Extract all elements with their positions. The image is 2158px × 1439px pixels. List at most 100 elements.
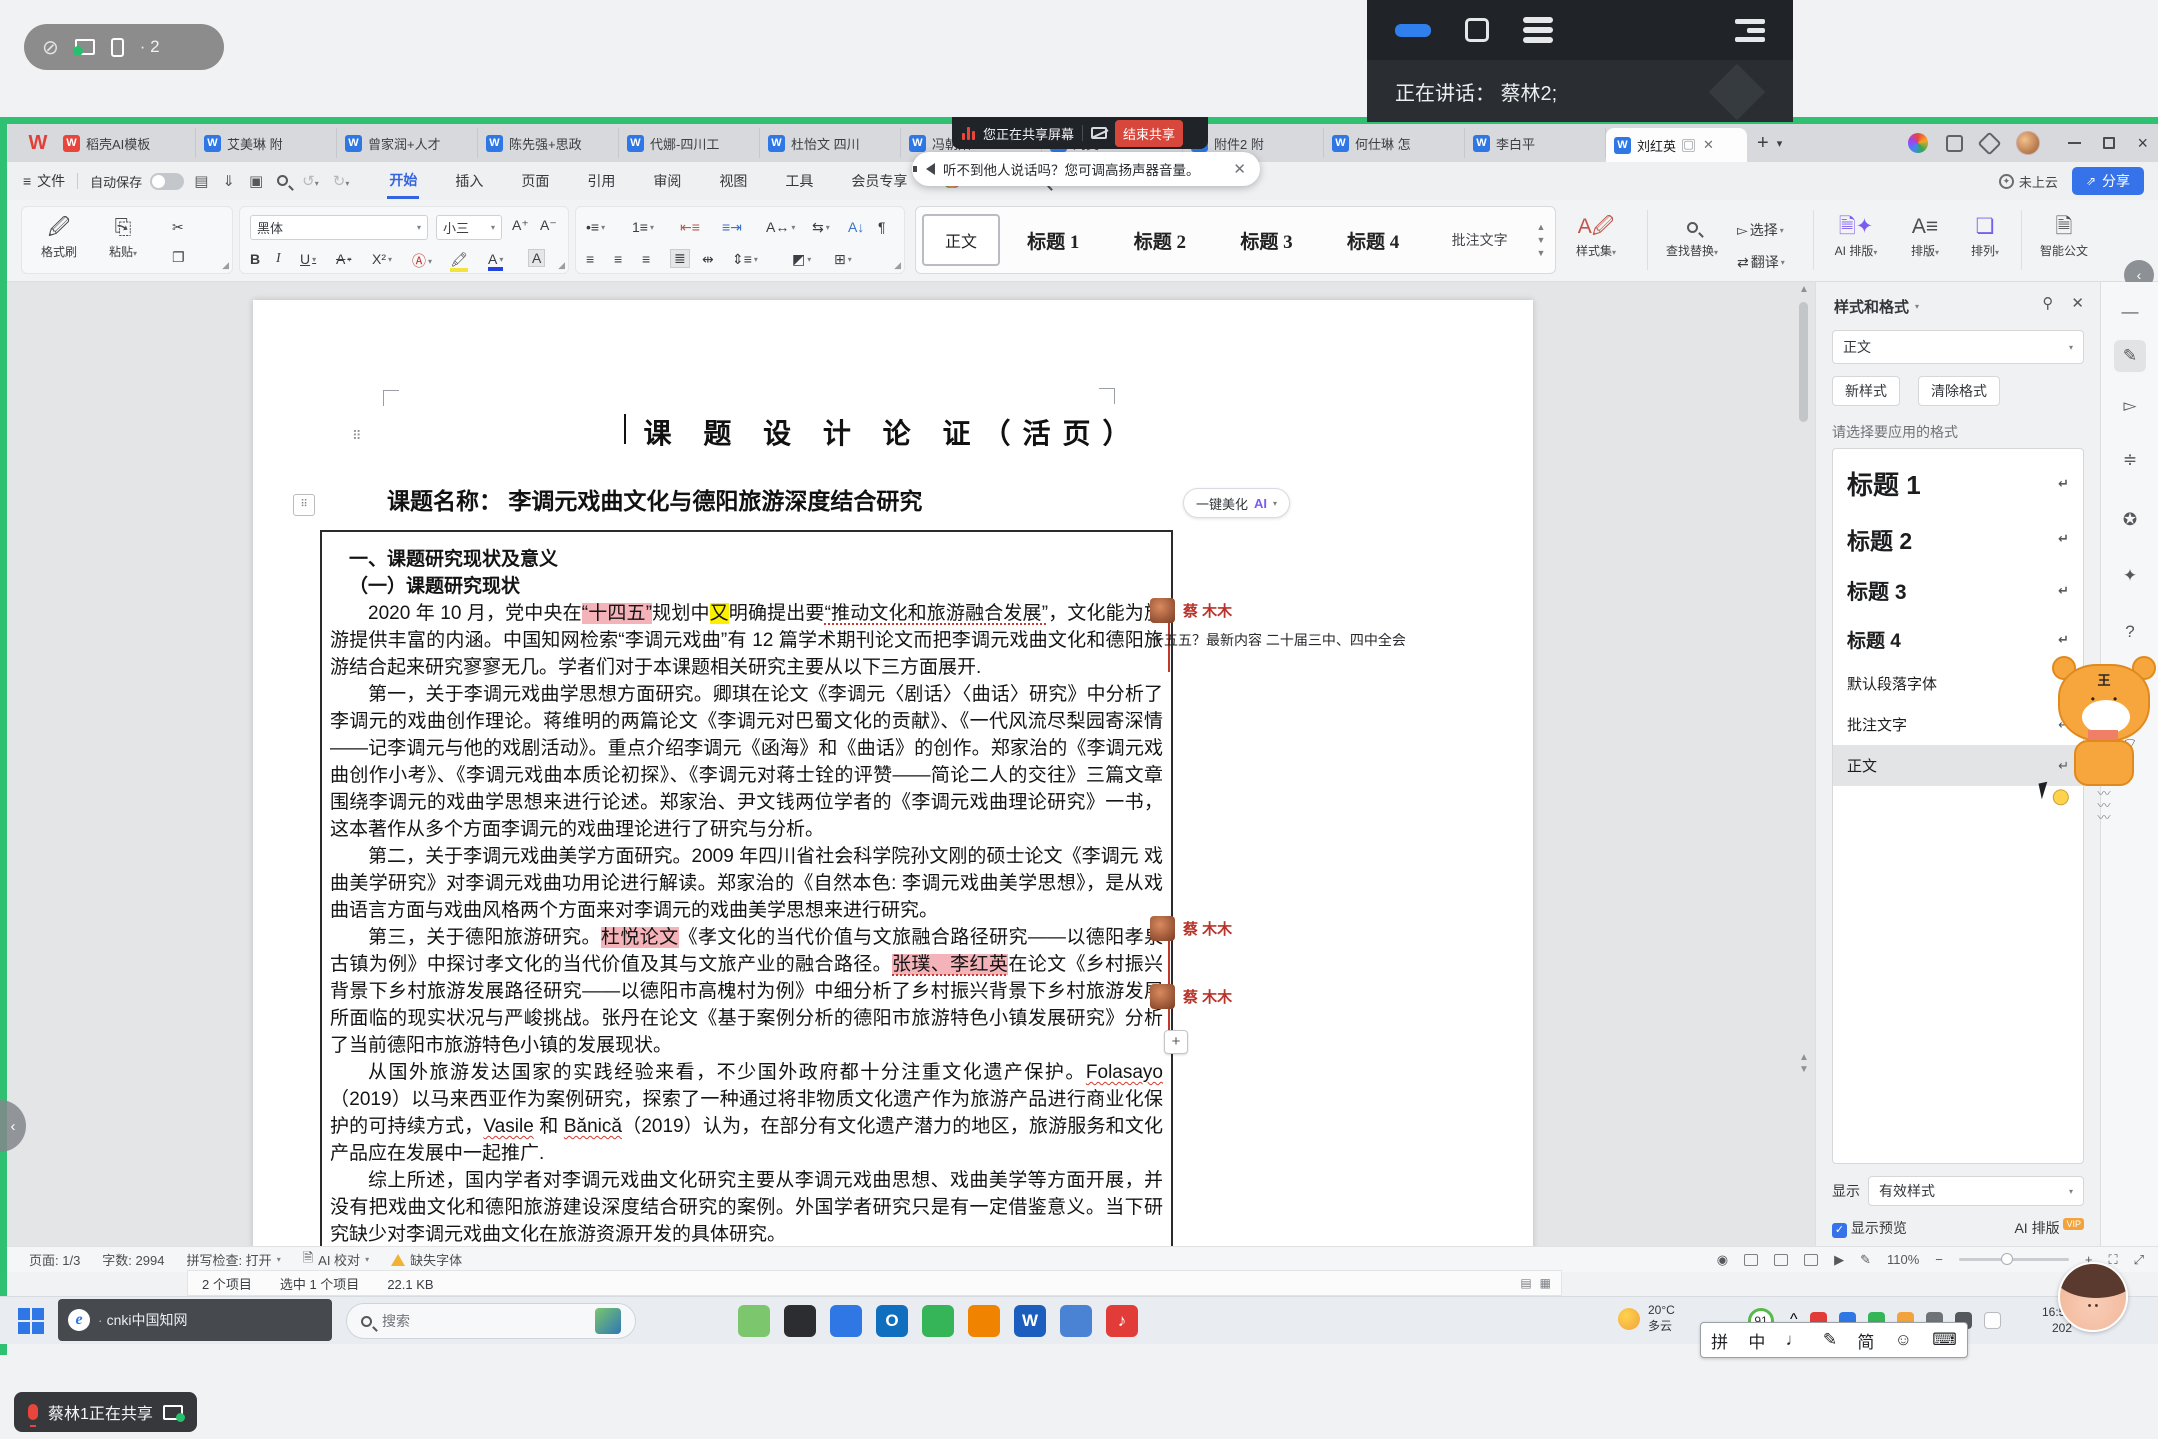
ai-layout-link[interactable]: AI 排版 VIP	[2014, 1218, 2084, 1238]
eye-off-icon[interactable]: ⊘	[42, 35, 59, 60]
show-filter-select[interactable]: 有效样式▾	[1868, 1176, 2084, 1206]
font-size-select[interactable]: 小三▾	[436, 215, 502, 240]
line-spacing-icon[interactable]: ⇕≡▾	[732, 251, 758, 268]
gallery-arrow-icon[interactable]: ▲	[1533, 222, 1549, 232]
style-gallery-item[interactable]: 标题 4	[1320, 227, 1427, 254]
numbered-list-icon[interactable]: 1≡▾	[632, 219, 654, 235]
format-painter-button[interactable]: 🖉 格式刷	[30, 213, 88, 260]
tab-list-dropdown-icon[interactable]: ▾	[1777, 137, 1783, 150]
copy-icon[interactable]: ❐	[172, 249, 185, 266]
comment-card[interactable]: 蔡 木木	[1150, 984, 1480, 1009]
text-scale-icon[interactable]: A↔▾	[766, 219, 795, 235]
theme-icon[interactable]	[1908, 133, 1928, 153]
tab-close-icon[interactable]: ✕	[1703, 137, 1714, 153]
zoom-slider[interactable]	[1959, 1258, 2069, 1261]
font-name-select[interactable]: 黑体▾	[250, 215, 428, 240]
bold-icon[interactable]: B	[250, 251, 260, 267]
meeting-mini-toolbar[interactable]: ⊘ · 2	[24, 24, 224, 70]
workspace-icon[interactable]	[1946, 135, 1963, 152]
ime-key[interactable]: 拼	[1711, 1328, 1728, 1353]
weather-widget[interactable]: 20°C多云	[1618, 1303, 1675, 1334]
taskbar-widget[interactable]: e · cnki中国知网	[58, 1299, 332, 1341]
pin-icon[interactable]: ⚲	[2042, 294, 2053, 312]
paste-button[interactable]: ⎘ 粘贴▾	[94, 213, 152, 260]
clipboard-expander-icon[interactable]: ◢	[222, 260, 229, 271]
list-view-icon[interactable]: ▤	[1520, 1276, 1531, 1290]
zoom-level[interactable]: 110%	[1887, 1252, 1919, 1267]
orange-app-icon[interactable]	[968, 1305, 1000, 1337]
select-button[interactable]: ▻ 选择▾	[1737, 220, 1784, 240]
document-tab[interactable]: W李白平	[1465, 128, 1606, 158]
style-list-item[interactable]: 标题 4↵	[1833, 616, 2083, 663]
close-button[interactable]: ×	[2137, 134, 2148, 152]
undo-icon[interactable]: ↺▾	[302, 172, 319, 190]
borders-icon[interactable]: ⊞▾	[834, 251, 852, 268]
select-cursor-icon[interactable]: ▻	[2114, 390, 2146, 422]
layout-button[interactable]: A≡ 排版▾	[1897, 212, 1953, 259]
tools-icon[interactable]: ✦	[2114, 560, 2146, 592]
align-right-icon[interactable]: ≡	[642, 251, 650, 267]
style-gallery-item[interactable]: 标题 2	[1107, 227, 1214, 254]
panel-close-icon[interactable]: ✕	[2071, 294, 2084, 312]
style-gallery-item[interactable]: 标题 1	[1000, 227, 1107, 254]
text-effects-icon[interactable]: Ⓐ▾	[412, 251, 432, 271]
comment-card[interactable]: 蔡 木木	[1150, 916, 1480, 941]
desktop-device-icon[interactable]	[75, 39, 95, 55]
document-tab[interactable]: W陈先强+思政	[478, 128, 619, 158]
style-gallery-item[interactable]: 标题 3	[1213, 227, 1320, 254]
increase-font-icon[interactable]: A⁺	[512, 217, 529, 234]
menu-插入[interactable]: 插入	[453, 165, 485, 197]
wrap-icon[interactable]: ⇆▾	[812, 219, 830, 236]
document-tab[interactable]: W何仕琳 怎	[1324, 128, 1465, 158]
gallery-app-icon[interactable]	[738, 1305, 770, 1337]
eye-protect-icon[interactable]: ◉	[1717, 1252, 1728, 1268]
grid-view-icon[interactable]: ▦	[1540, 1276, 1551, 1290]
new-style-button[interactable]: 新样式	[1832, 376, 1900, 406]
ime-key[interactable]: ☺	[1895, 1330, 1912, 1350]
font-color-icon[interactable]: A▾	[488, 251, 503, 271]
maximize-button[interactable]	[2103, 137, 2115, 149]
style-list-item[interactable]: 默认段落字体a	[1833, 663, 2083, 704]
vertical-scrollbar[interactable]: ▲ ▲▼	[1797, 284, 1811, 1240]
style-list-item[interactable]: 标题 1↵	[1833, 455, 2083, 512]
document-tab[interactable]: W艾美琳 附	[196, 128, 337, 158]
shading-icon[interactable]: ◩▾	[792, 251, 811, 268]
document-tab[interactable]: W稻壳AI模板	[55, 128, 196, 158]
distribute-icon[interactable]: ⇹	[702, 251, 714, 268]
taskbar-search[interactable]: 搜索	[346, 1303, 636, 1339]
paragraph-expander-icon[interactable]: ◢	[894, 260, 901, 271]
minimize-meeting-icon[interactable]	[1395, 24, 1431, 37]
add-comment-button[interactable]: +	[1164, 1030, 1188, 1054]
panel-title[interactable]: 样式和格式▾	[1834, 296, 1919, 317]
file-menu[interactable]: ≡文件	[23, 171, 65, 191]
expand-panel-icon[interactable]	[1735, 19, 1765, 42]
zoom-slider-thumb[interactable]	[2001, 1253, 2013, 1265]
find-replace-button[interactable]: 查找替换▾	[1655, 212, 1729, 259]
menu-视图[interactable]: 视图	[717, 165, 749, 197]
document-tab[interactable]: W杜怡文 四川	[760, 128, 901, 158]
meeting-menu-icon[interactable]	[1523, 17, 1553, 43]
outlook-app-icon[interactable]: O	[876, 1305, 908, 1337]
superscript-icon[interactable]: X²▾	[372, 251, 392, 267]
arrange-button[interactable]: ❏ 排列▾	[1957, 212, 2013, 259]
justify-icon[interactable]: ≣	[670, 249, 690, 268]
pen-mode-icon[interactable]: ✎	[1860, 1252, 1871, 1268]
autosave-toggle[interactable]	[150, 173, 184, 190]
sort-icon[interactable]: A↓	[848, 219, 864, 235]
mail-green-app-icon[interactable]	[922, 1305, 954, 1337]
word-app-icon[interactable]: W	[1014, 1305, 1046, 1337]
seal-icon[interactable]: ✪	[2114, 504, 2146, 536]
comment-card[interactable]: 蔡 木木十五五？最新内容 二十届三中、四中全会	[1150, 598, 1480, 650]
cloud-status[interactable]: ✦未上云	[1999, 172, 2058, 191]
missing-font-warning[interactable]: 缺失字体	[391, 1250, 462, 1269]
menu-开始[interactable]: 开始	[387, 164, 419, 199]
decrease-indent-icon[interactable]: ⇤≡	[680, 219, 700, 236]
style-list-item[interactable]: 标题 2↵	[1833, 512, 2083, 566]
music-app-icon[interactable]: ♪	[1106, 1305, 1138, 1337]
underline-icon[interactable]: U▾	[300, 251, 316, 267]
word-count[interactable]: 字数: 2994	[102, 1250, 164, 1269]
bullet-list-icon[interactable]: •≡▾	[586, 219, 605, 235]
scroll-up-icon[interactable]: ▲	[1797, 284, 1811, 295]
page-indicator[interactable]: 页面: 1/3	[29, 1250, 80, 1269]
italic-icon[interactable]: I	[276, 251, 281, 267]
